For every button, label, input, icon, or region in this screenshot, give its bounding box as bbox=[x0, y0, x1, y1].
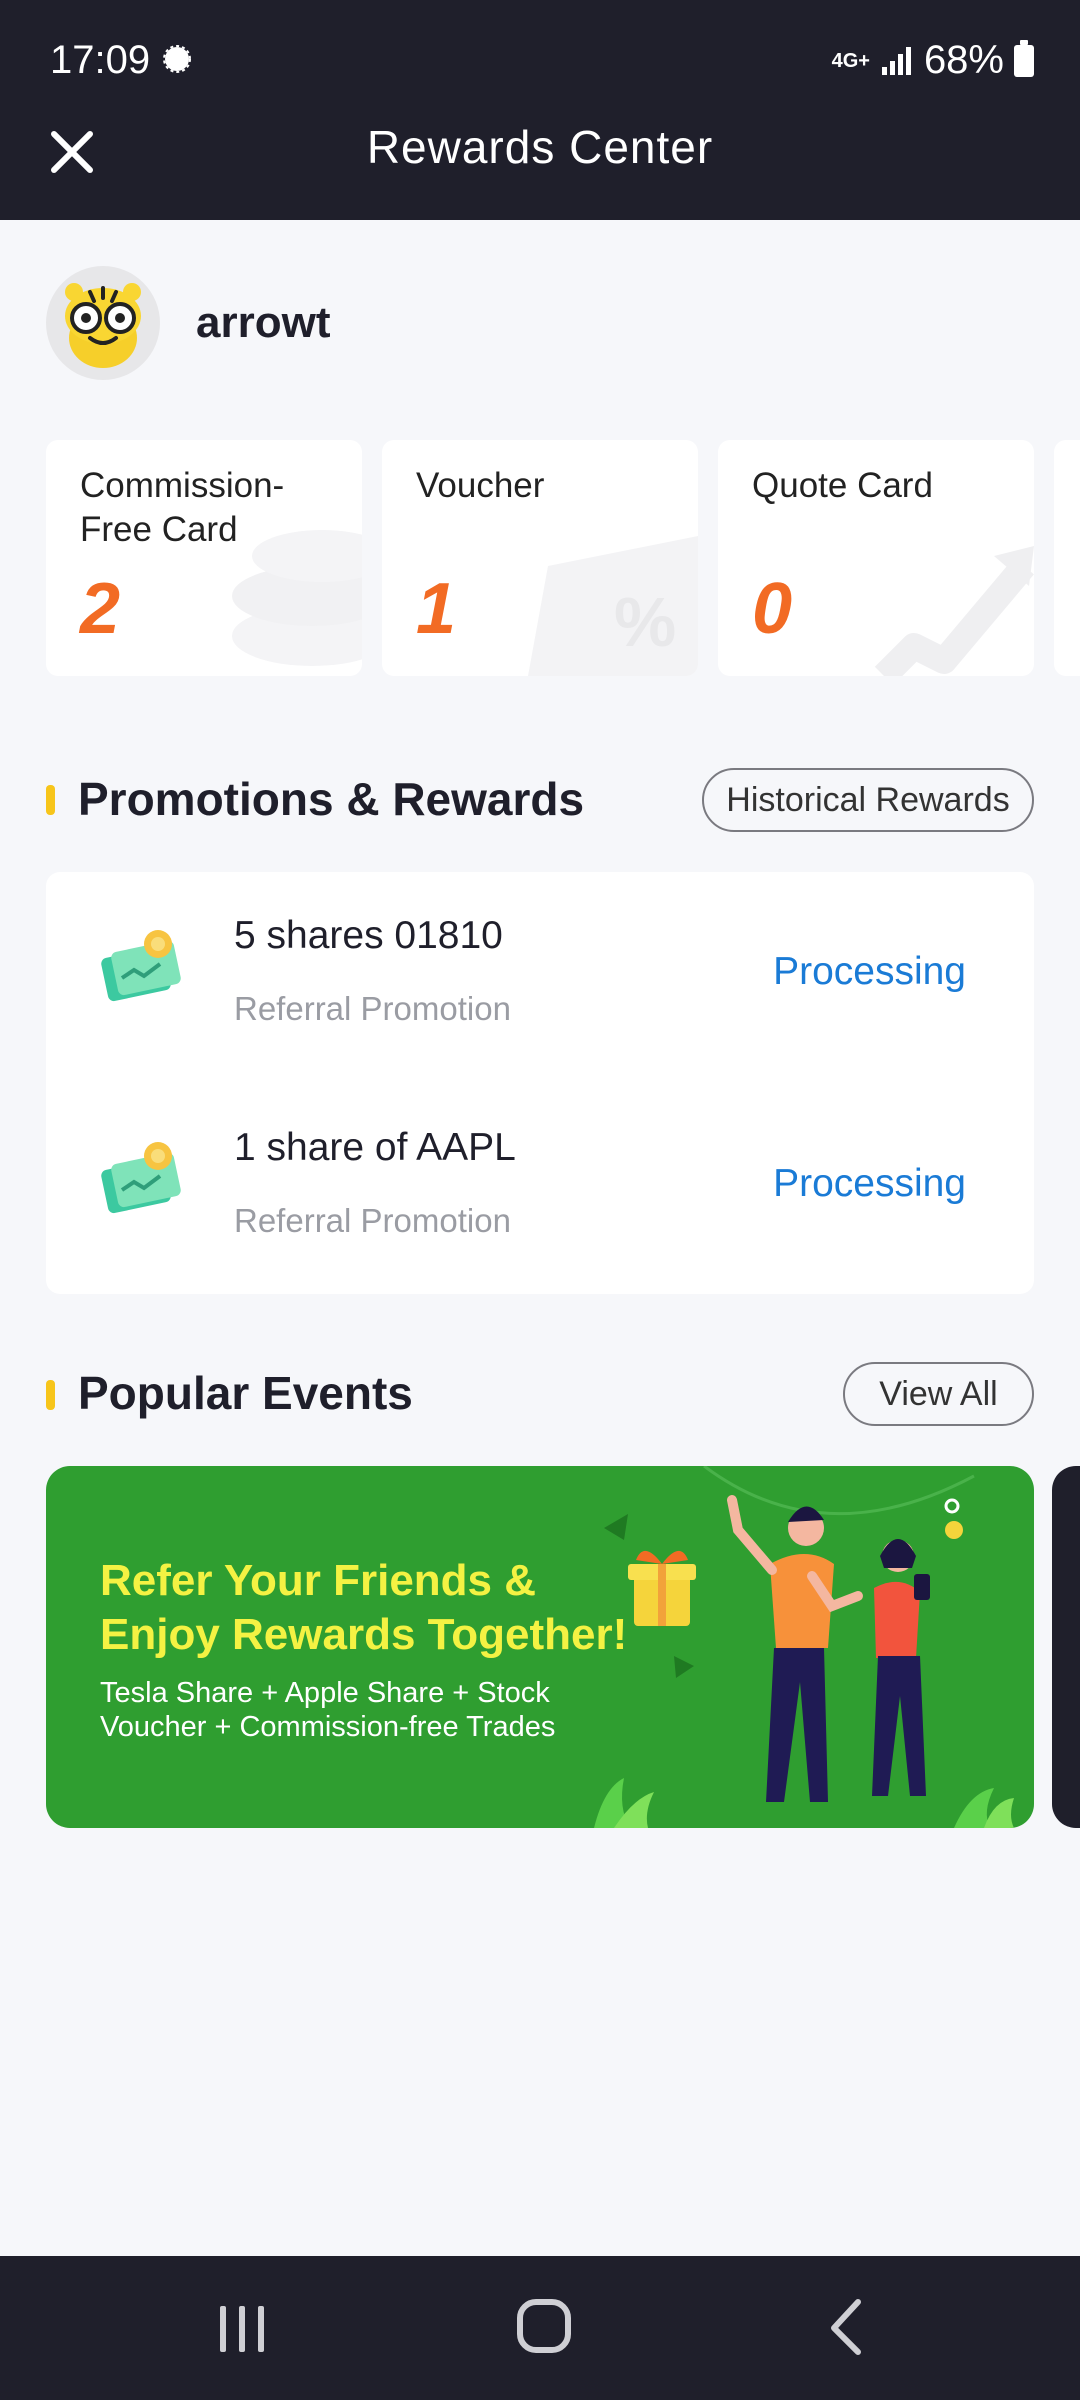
notification-icon bbox=[163, 45, 191, 73]
battery-icon bbox=[1014, 39, 1034, 77]
banner-subtitle: Tesla Share + Apple Share + Stock Vouche… bbox=[100, 1677, 556, 1743]
reward-ticket-icon bbox=[101, 930, 181, 1002]
username: arrowt bbox=[196, 298, 331, 347]
quote-card[interactable]: Quote Card 0 bbox=[718, 440, 1034, 676]
reward-title: 1 share of AAPL bbox=[234, 1126, 516, 1169]
status-indicators: 4G+ 68% bbox=[832, 38, 1034, 83]
trend-chart-icon bbox=[874, 546, 1034, 676]
historical-rewards-button[interactable]: Historical Rewards bbox=[702, 768, 1034, 832]
system-navigation-bar bbox=[0, 2256, 1080, 2400]
section-marker bbox=[46, 785, 55, 815]
rewards-list: 5 shares 01810 Referral Promotion Proces… bbox=[46, 872, 1034, 1294]
avatar[interactable] bbox=[46, 266, 160, 380]
reward-ticket-icon bbox=[101, 1142, 181, 1214]
top-bar: 17:09 4G+ 68% Rewards Center bbox=[0, 0, 1080, 220]
page-title: Rewards Center bbox=[366, 121, 714, 173]
voucher-card[interactable]: % Voucher 1 bbox=[382, 440, 698, 676]
card-value: 2 bbox=[80, 569, 121, 649]
battery-level: 68% bbox=[923, 38, 1004, 82]
card-value: 1 bbox=[416, 569, 457, 649]
back-icon[interactable] bbox=[786, 2286, 906, 2366]
list-item[interactable]: 1 share of AAPL Referral Promotion Proce… bbox=[46, 1084, 1034, 1284]
list-item[interactable]: 5 shares 01810 Referral Promotion Proces… bbox=[46, 872, 1034, 1072]
reward-cards-carousel[interactable]: Commission-Free Card 2 % Voucher 1 Quote… bbox=[0, 440, 1080, 676]
card-label: Quote Card bbox=[752, 466, 933, 505]
commission-free-card[interactable]: Commission-Free Card 2 bbox=[46, 440, 362, 676]
next-card-peek[interactable] bbox=[1054, 440, 1080, 676]
reward-status: Processing bbox=[773, 1162, 966, 1205]
referral-banner[interactable]: Refer Your Friends & Enjoy Rewards Toget… bbox=[46, 1466, 1034, 1828]
woman-figure bbox=[872, 1498, 963, 1796]
banner-title: Refer Your Friends & Enjoy Rewards Toget… bbox=[100, 1556, 628, 1659]
tiger-avatar-icon bbox=[65, 283, 141, 368]
voucher-icon: % bbox=[528, 536, 698, 676]
promotions-section-title: Promotions & Rewards bbox=[78, 773, 585, 825]
card-label: Commission-Free Card bbox=[80, 466, 285, 549]
view-all-button[interactable]: View All bbox=[843, 1362, 1034, 1426]
reward-status: Processing bbox=[773, 950, 966, 993]
home-icon[interactable] bbox=[484, 2286, 604, 2366]
reward-subtitle: Referral Promotion bbox=[234, 1202, 511, 1239]
reward-subtitle: Referral Promotion bbox=[234, 990, 511, 1027]
section-marker bbox=[46, 1380, 55, 1410]
card-value: 0 bbox=[752, 569, 793, 649]
network-type: 4G+ bbox=[831, 49, 870, 72]
next-banner-peek[interactable] bbox=[1052, 1466, 1080, 1828]
events-section-title: Popular Events bbox=[78, 1367, 413, 1419]
status-time: 17:09 bbox=[50, 38, 151, 82]
recent-apps-icon[interactable] bbox=[182, 2286, 302, 2366]
card-label: Voucher bbox=[416, 466, 545, 505]
signal-icon bbox=[881, 46, 911, 75]
svg-text:%: % bbox=[614, 583, 676, 661]
man-figure bbox=[727, 1495, 863, 1802]
reward-title: 5 shares 01810 bbox=[234, 914, 503, 957]
